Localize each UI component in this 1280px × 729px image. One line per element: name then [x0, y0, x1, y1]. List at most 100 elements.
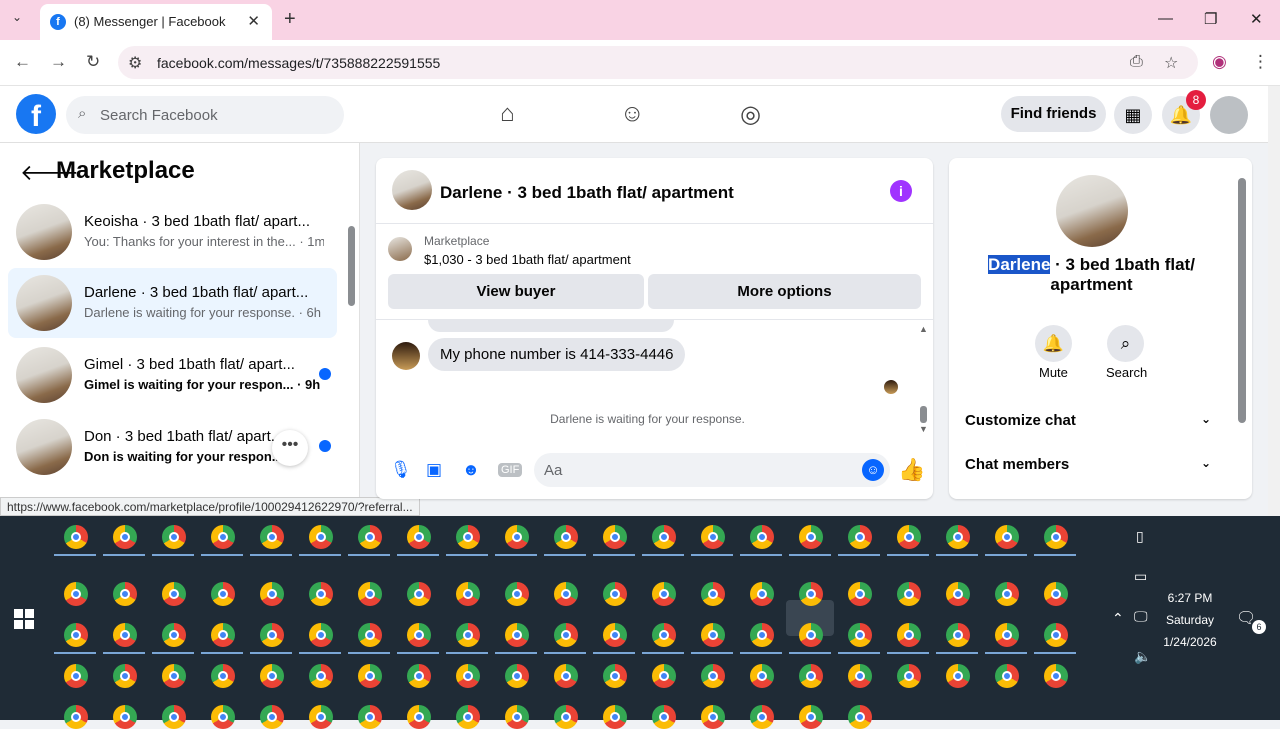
chrome-app-icon[interactable] — [211, 525, 235, 549]
chrome-app-icon[interactable] — [456, 623, 480, 647]
chrome-app-icon[interactable] — [799, 623, 823, 647]
chrome-app-icon[interactable] — [946, 582, 970, 606]
listing-price[interactable]: $1,030 - 3 bed 1bath flat/ apartment — [424, 252, 631, 267]
chrome-app-icon[interactable] — [309, 664, 333, 688]
chrome-app-icon[interactable] — [407, 525, 431, 549]
chrome-app-icon[interactable] — [456, 705, 480, 729]
chrome-app-icon[interactable] — [358, 705, 382, 729]
conversation-item[interactable]: Keoisha · 3 bed 1bath flat/ apart... You… — [8, 197, 337, 267]
chrome-app-icon[interactable] — [407, 705, 431, 729]
find-friends-button[interactable]: Find friends — [1001, 96, 1106, 132]
chrome-app-icon[interactable] — [64, 664, 88, 688]
chrome-app-icon[interactable] — [358, 525, 382, 549]
details-scrollbar[interactable] — [1238, 178, 1246, 423]
install-app-icon[interactable]: ⎙ — [1130, 53, 1143, 71]
chrome-app-icon[interactable] — [946, 525, 970, 549]
thumbs-up-icon[interactable]: 👍 — [898, 457, 925, 483]
groups-icon[interactable]: ◎ — [740, 100, 761, 129]
volume-icon[interactable]: 🔈 — [1134, 648, 1151, 665]
chrome-app-icon[interactable] — [554, 623, 578, 647]
site-info-icon[interactable]: ⚙ — [128, 53, 142, 73]
account-avatar[interactable] — [1210, 96, 1248, 134]
chrome-app-icon[interactable] — [1044, 664, 1068, 688]
chrome-app-icon[interactable] — [603, 525, 627, 549]
emoji-icon[interactable]: ☺ — [862, 459, 884, 481]
chrome-app-icon[interactable] — [260, 623, 284, 647]
chrome-app-icon[interactable] — [505, 705, 529, 729]
chrome-app-icon[interactable] — [113, 623, 137, 647]
scroll-up-icon[interactable]: ▲ — [919, 324, 928, 334]
new-tab-icon[interactable]: + — [284, 8, 296, 31]
chrome-app-icon[interactable] — [456, 664, 480, 688]
chrome-app-icon[interactable] — [750, 664, 774, 688]
message-input[interactable]: Aa ☺ — [534, 453, 890, 487]
chrome-app-icon[interactable] — [211, 705, 235, 729]
chrome-app-icon[interactable] — [64, 525, 88, 549]
chrome-app-icon[interactable] — [505, 664, 529, 688]
search-conversation-icon[interactable]: ⌕ — [1107, 325, 1144, 362]
chrome-app-icon[interactable] — [505, 525, 529, 549]
facebook-logo-icon[interactable]: f — [16, 94, 56, 134]
chrome-app-icon[interactable] — [309, 525, 333, 549]
chrome-app-icon[interactable] — [162, 582, 186, 606]
photo-icon[interactable]: ▣ — [426, 460, 442, 480]
network-icon[interactable]: 🖵 — [1134, 608, 1148, 625]
conversation-options-icon[interactable]: ••• — [272, 430, 308, 466]
chrome-app-icon[interactable] — [652, 623, 676, 647]
chrome-app-icon[interactable] — [113, 664, 137, 688]
chrome-app-icon[interactable] — [946, 664, 970, 688]
chrome-app-icon[interactable] — [309, 623, 333, 647]
chrome-app-icon[interactable] — [897, 664, 921, 688]
chrome-app-icon[interactable] — [995, 582, 1019, 606]
chrome-app-icon[interactable] — [750, 623, 774, 647]
chrome-app-icon[interactable] — [995, 525, 1019, 549]
home-icon[interactable]: ⌂ — [500, 100, 515, 128]
show-hidden-icons-chevron[interactable]: ⌃ — [1112, 610, 1124, 627]
more-options-button[interactable]: More options — [648, 274, 921, 309]
chrome-app-icon[interactable] — [652, 705, 676, 729]
chrome-app-icon[interactable] — [211, 664, 235, 688]
windows-start-icon[interactable] — [14, 609, 34, 629]
chat-scrollbar[interactable] — [920, 406, 927, 423]
chrome-app-icon[interactable] — [358, 623, 382, 647]
chrome-app-icon[interactable] — [652, 582, 676, 606]
chrome-app-icon[interactable] — [407, 664, 431, 688]
chrome-app-icon[interactable] — [603, 623, 627, 647]
chrome-app-icon[interactable] — [505, 582, 529, 606]
chrome-app-icon[interactable] — [603, 705, 627, 729]
omnibox[interactable]: ⚙ facebook.com/messages/t/73588822259155… — [118, 46, 1198, 79]
chrome-app-icon[interactable] — [162, 525, 186, 549]
chrome-app-icon[interactable] — [750, 525, 774, 549]
chrome-app-icon[interactable] — [848, 623, 872, 647]
chrome-app-icon[interactable] — [946, 623, 970, 647]
chrome-app-icon[interactable] — [799, 664, 823, 688]
close-window-icon[interactable]: ✕ — [1250, 10, 1263, 28]
chrome-app-icon[interactable] — [897, 582, 921, 606]
chrome-app-icon[interactable] — [897, 525, 921, 549]
chrome-app-icon[interactable] — [603, 582, 627, 606]
minimize-icon[interactable]: — — [1158, 10, 1173, 27]
chrome-app-icon[interactable] — [897, 623, 921, 647]
browser-menu-icon[interactable]: ⋮ — [1252, 52, 1269, 72]
mute-bell-icon[interactable]: 🔔 — [1035, 325, 1072, 362]
chrome-app-icon[interactable] — [505, 623, 529, 647]
scroll-down-icon[interactable]: ▼ — [919, 424, 928, 434]
chrome-app-icon[interactable] — [358, 582, 382, 606]
chrome-app-icon[interactable] — [456, 525, 480, 549]
chrome-app-icon[interactable] — [554, 582, 578, 606]
chrome-app-icon[interactable] — [750, 705, 774, 729]
chrome-app-icon[interactable] — [799, 582, 823, 606]
clock[interactable]: 6:27 PM Saturday 1/24/2026 — [1160, 587, 1220, 653]
customize-chat-row[interactable]: Customize chat ⌄ — [965, 412, 1221, 429]
chat-title[interactable]: Darlene · 3 bed 1bath flat/ apartment — [440, 183, 734, 203]
chrome-app-icon[interactable] — [260, 705, 284, 729]
chrome-app-icon[interactable] — [701, 623, 725, 647]
chrome-app-icon[interactable] — [848, 582, 872, 606]
chrome-app-icon[interactable] — [652, 525, 676, 549]
chrome-app-icon[interactable] — [799, 525, 823, 549]
chat-avatar[interactable] — [392, 170, 432, 210]
forward-icon[interactable]: → — [50, 52, 67, 72]
chrome-app-icon[interactable] — [554, 664, 578, 688]
chrome-app-icon[interactable] — [701, 705, 725, 729]
chrome-app-icon[interactable] — [848, 664, 872, 688]
